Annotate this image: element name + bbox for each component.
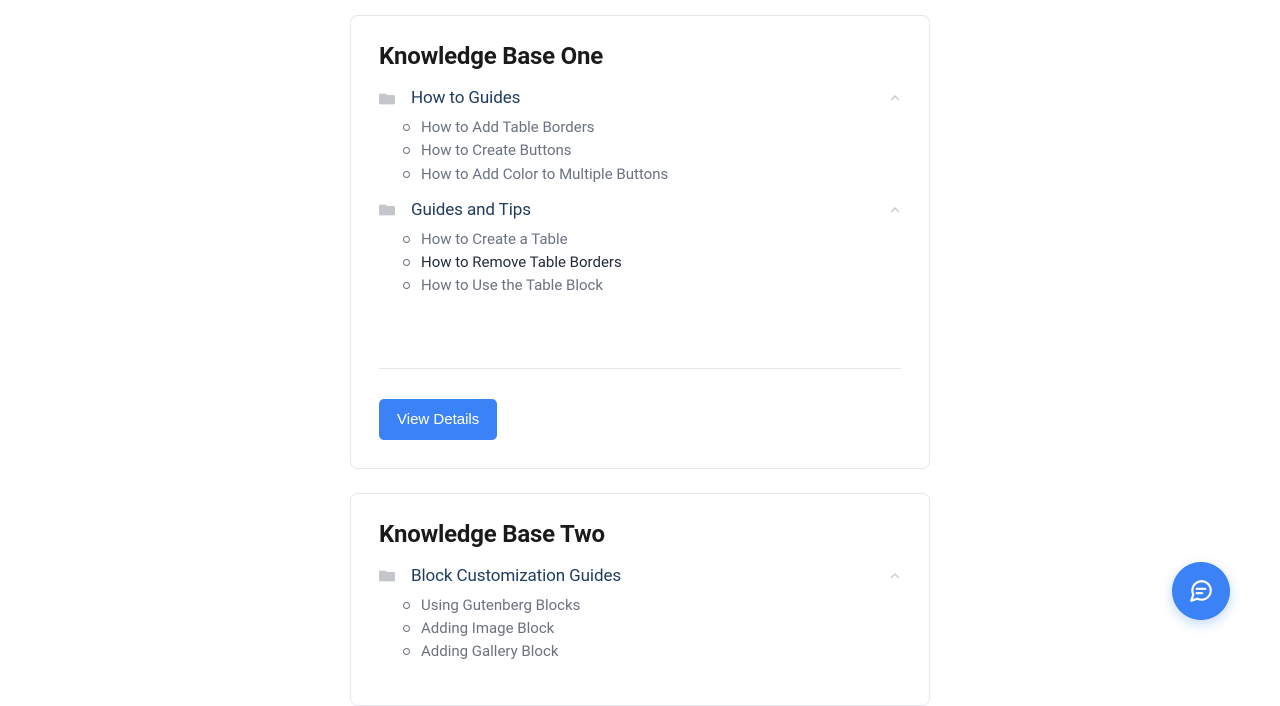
folder-icon bbox=[379, 569, 395, 583]
divider bbox=[379, 368, 901, 369]
article-item[interactable]: How to Use the Table Block bbox=[403, 274, 901, 297]
article-item[interactable]: Adding Gallery Block bbox=[403, 640, 901, 663]
section-how-to-guides: How to Guides How to Add Table Borders H… bbox=[379, 88, 901, 186]
folder-icon bbox=[379, 92, 395, 106]
article-item[interactable]: How to Create a Table bbox=[403, 228, 901, 251]
article-list: Using Gutenberg Blocks Adding Image Bloc… bbox=[403, 594, 901, 664]
card-title: Knowledge Base One bbox=[379, 42, 901, 70]
article-item[interactable]: How to Add Color to Multiple Buttons bbox=[403, 163, 901, 186]
article-item[interactable]: How to Add Table Borders bbox=[403, 116, 901, 139]
folder-icon bbox=[379, 203, 395, 217]
article-item[interactable]: How to Create Buttons bbox=[403, 139, 901, 162]
knowledge-base-container: Knowledge Base One How to Guides How to … bbox=[350, 0, 930, 706]
card-title: Knowledge Base Two bbox=[379, 520, 901, 548]
article-list: How to Add Table Borders How to Create B… bbox=[403, 116, 901, 186]
view-details-button[interactable]: View Details bbox=[379, 399, 497, 440]
section-header[interactable]: Block Customization Guides bbox=[379, 566, 901, 586]
kb-card-one: Knowledge Base One How to Guides How to … bbox=[350, 15, 930, 469]
chat-fab-button[interactable] bbox=[1172, 562, 1230, 620]
article-item[interactable]: Adding Image Block bbox=[403, 617, 901, 640]
chevron-up-icon bbox=[889, 92, 901, 104]
section-header[interactable]: Guides and Tips bbox=[379, 200, 901, 220]
section-header[interactable]: How to Guides bbox=[379, 88, 901, 108]
section-label: How to Guides bbox=[411, 88, 873, 108]
chevron-up-icon bbox=[889, 570, 901, 582]
chevron-up-icon bbox=[889, 204, 901, 216]
section-guides-and-tips: Guides and Tips How to Create a Table Ho… bbox=[379, 200, 901, 298]
article-item[interactable]: How to Remove Table Borders bbox=[403, 251, 901, 274]
section-block-customization: Block Customization Guides Using Gutenbe… bbox=[379, 566, 901, 664]
section-label: Block Customization Guides bbox=[411, 566, 873, 586]
kb-card-two: Knowledge Base Two Block Customization G… bbox=[350, 493, 930, 706]
article-list: How to Create a Table How to Remove Tabl… bbox=[403, 228, 901, 298]
chat-icon bbox=[1188, 578, 1214, 604]
article-item[interactable]: Using Gutenberg Blocks bbox=[403, 594, 901, 617]
section-label: Guides and Tips bbox=[411, 200, 873, 220]
